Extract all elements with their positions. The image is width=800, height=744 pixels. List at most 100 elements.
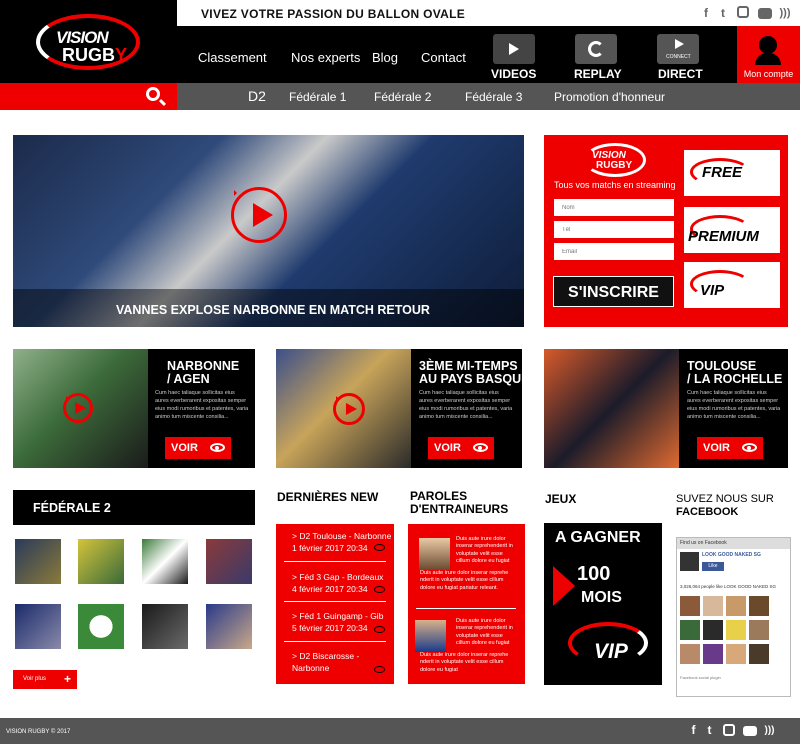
coach-quote: Duis aute irure dolor inserar reprehende… (456, 536, 513, 564)
signup-tagline: Tous vos matchs en streaming (554, 180, 676, 190)
gallery-thumb[interactable] (142, 539, 188, 584)
eye-icon[interactable] (374, 544, 385, 551)
eye-icon[interactable] (374, 666, 385, 673)
replay-label[interactable]: REPLAY (574, 67, 622, 81)
offer-premium[interactable]: PREMIUM (684, 207, 780, 253)
logo-text-rugby: RUGBY (62, 45, 128, 65)
news-item[interactable]: > Féd 1 Guingamp - Gib 5 février 2017 20:… (292, 610, 383, 634)
gallery-thumb[interactable] (78, 604, 124, 649)
voir-plus-button[interactable]: Voir plus + (13, 670, 77, 689)
fan-avatar[interactable] (749, 596, 769, 616)
offer-vip-label: VIP (700, 282, 725, 299)
offer-vip[interactable]: VIP (684, 262, 780, 308)
eye-icon (210, 443, 225, 452)
facebook-page-name[interactable]: LOOK GOOD NAKED SG (702, 552, 761, 558)
fan-avatar[interactable] (680, 596, 700, 616)
card-title: TOULOUSE / LA ROCHELLE (687, 359, 783, 386)
direct-label[interactable]: DIRECT (658, 67, 703, 81)
rss-icon[interactable]: ))) (763, 724, 776, 737)
youtube-icon[interactable] (743, 726, 757, 736)
offer-free-label: FREE (702, 164, 743, 181)
facebook-like-button[interactable]: Like (702, 562, 724, 571)
coach-photo (415, 620, 446, 652)
name-field[interactable] (554, 199, 674, 216)
subnav-federale-2[interactable]: Fédérale 2 (374, 90, 431, 104)
coaches-title: PAROLES D'ENTRAINEURS (410, 489, 509, 516)
fan-avatar[interactable] (749, 644, 769, 664)
gallery-thumb[interactable] (78, 539, 124, 584)
fan-avatar[interactable] (703, 620, 723, 640)
card-description: Cum haec taliaque sollicitas eius aures … (155, 390, 249, 420)
hero-title[interactable]: VANNES EXPLOSE NARBONNE EN MATCH RETOUR (116, 303, 430, 317)
subnav-d2[interactable]: D2 (248, 88, 266, 104)
federale-title: FÉDÉRALE 2 (33, 501, 111, 515)
play-icon[interactable] (231, 187, 287, 243)
news-item[interactable]: > D2 Biscarosse - Narbonne (292, 650, 359, 674)
divider (284, 561, 386, 562)
news-item[interactable]: > Féd 3 Gap - Bordeaux 4 février 2017 20:… (292, 571, 383, 595)
offer-free[interactable]: FREE (684, 150, 780, 196)
videos-clapper-icon[interactable] (493, 34, 535, 64)
card-title: NARBONNE / AGEN (167, 359, 240, 386)
card-description: Cum haec taliaque sollicitas eius aures … (687, 390, 781, 420)
fan-avatar[interactable] (726, 620, 746, 640)
direct-screen-icon[interactable]: CONNECT (657, 34, 699, 64)
rss-icon[interactable]: ))) (778, 6, 792, 20)
fan-avatar[interactable] (703, 644, 723, 664)
play-icon[interactable] (333, 393, 365, 425)
fan-avatar[interactable] (680, 644, 700, 664)
logo[interactable]: VISION RUGBY (0, 0, 177, 83)
voir-button[interactable]: VOIR (428, 437, 494, 459)
fan-avatar[interactable] (749, 620, 769, 640)
email-field[interactable] (554, 243, 674, 260)
gallery-thumb[interactable] (15, 539, 61, 584)
replay-icon[interactable] (575, 34, 617, 64)
facebook-icon[interactable]: f (699, 6, 713, 20)
twitter-icon[interactable]: t (716, 6, 730, 20)
eye-icon (742, 443, 757, 452)
footer (0, 718, 800, 744)
facebook-like-count: 3,026,064 people like LOOK GOOD NAKED SG (680, 584, 777, 589)
eye-icon (473, 443, 488, 452)
eye-icon[interactable] (374, 586, 385, 593)
jeux-line1: A GAGNER (555, 529, 641, 546)
subnav-federale-1[interactable]: Fédérale 1 (289, 90, 346, 104)
tel-field[interactable] (554, 221, 674, 238)
subnav-federale-3[interactable]: Fédérale 3 (465, 90, 522, 104)
facebook-icon[interactable]: f (687, 724, 700, 737)
divider (416, 608, 516, 609)
subnav-promotion-honneur[interactable]: Promotion d'honneur (554, 90, 665, 104)
nav-nos-experts[interactable]: Nos experts (291, 50, 360, 65)
voir-button[interactable]: VOIR (697, 437, 763, 459)
fan-avatar[interactable] (726, 644, 746, 664)
nav-classement[interactable]: Classement (198, 50, 267, 65)
jeux-line3: MOIS (581, 589, 622, 606)
play-icon[interactable] (63, 393, 93, 423)
fan-avatar[interactable] (680, 620, 700, 640)
twitter-icon[interactable]: t (703, 724, 716, 737)
facebook-page-avatar (680, 552, 699, 571)
gallery-thumb[interactable] (15, 604, 61, 649)
gallery-thumb[interactable] (142, 604, 188, 649)
gallery-thumb[interactable] (206, 539, 252, 584)
instagram-icon[interactable] (737, 6, 749, 18)
youtube-icon[interactable] (758, 8, 772, 19)
signup-button[interactable]: S'INSCRIRE (553, 276, 674, 307)
videos-label[interactable]: VIDEOS (491, 67, 536, 81)
account-label: Mon compte (743, 69, 794, 79)
search-button[interactable] (0, 83, 177, 110)
fan-avatar[interactable] (703, 596, 723, 616)
instagram-icon[interactable] (723, 724, 735, 736)
nav-blog[interactable]: Blog (372, 50, 398, 65)
footer-copyright: VISION RUGBY © 2017 (6, 729, 71, 735)
account-button[interactable]: Mon compte (737, 26, 800, 83)
divider (284, 641, 386, 642)
eye-icon[interactable] (374, 626, 385, 633)
voir-button[interactable]: VOIR (165, 437, 231, 459)
fan-avatar[interactable] (726, 596, 746, 616)
facebook-title: SUVEZ NOUS SUR FACEBOOK (676, 493, 774, 518)
facebook-widget-header: Find us on Facebook (677, 538, 790, 549)
gallery-thumb[interactable] (206, 604, 252, 649)
jeux-title: JEUX (545, 492, 577, 506)
nav-contact[interactable]: Contact (421, 50, 466, 65)
